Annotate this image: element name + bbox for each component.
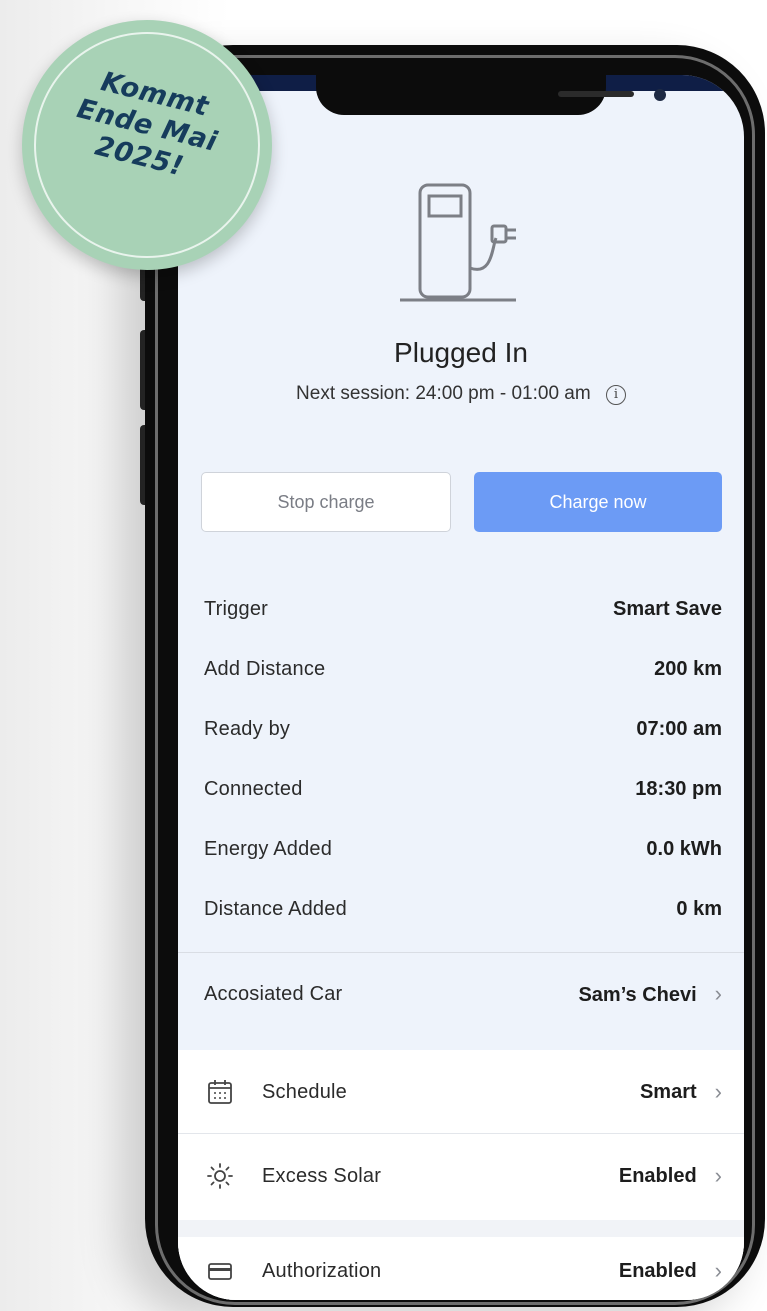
detail-label: Trigger xyxy=(204,597,269,620)
info-icon[interactable]: i xyxy=(605,385,626,405)
chevron-right-icon: › xyxy=(714,1163,722,1188)
associated-car-value: Sam’s Chevi › xyxy=(578,981,722,1007)
detail-row-add-distance: Add Distance 200 km xyxy=(204,639,722,699)
associated-car-label: Accosiated Car xyxy=(204,982,343,1005)
detail-label: Connected xyxy=(204,777,303,800)
detail-value: 0 km xyxy=(676,897,722,920)
authorization-row[interactable]: Authorization Enabled › xyxy=(204,1229,722,1300)
calendar-icon xyxy=(204,1076,236,1108)
speaker-grille xyxy=(558,91,634,97)
detail-label: Distance Added xyxy=(204,897,347,920)
detail-row-distance-added: Distance Added 0 km xyxy=(204,879,722,939)
detail-value: 07:00 am xyxy=(636,717,722,740)
sun-icon xyxy=(204,1160,236,1192)
charge-now-button[interactable]: Charge now xyxy=(474,472,722,532)
authorization-value: Enabled xyxy=(618,1259,697,1282)
detail-value: Smart Save xyxy=(613,597,722,620)
card-icon xyxy=(204,1255,236,1287)
excess-solar-label: Excess Solar xyxy=(262,1164,382,1187)
detail-label: Add Distance xyxy=(204,657,326,680)
detail-label: Ready by xyxy=(204,717,291,740)
detail-label: Energy Added xyxy=(204,837,333,860)
schedule-label: Schedule xyxy=(262,1080,347,1103)
ev-charger-icon xyxy=(396,180,526,310)
detail-row-trigger: Trigger Smart Save xyxy=(204,579,722,639)
excess-solar-value: Enabled xyxy=(618,1164,697,1187)
chevron-right-icon: › xyxy=(714,1079,722,1104)
detail-value: 200 km xyxy=(654,657,722,680)
detail-value: 18:30 pm xyxy=(635,777,722,800)
phone-screen: Plugged In Next session: 24:00 pm - 01:0… xyxy=(178,75,744,1300)
authorization-label: Authorization xyxy=(262,1259,382,1282)
schedule-value: Smart xyxy=(639,1080,697,1103)
associated-car-name: Sam’s Chevi xyxy=(578,984,697,1006)
next-session-text: Next session: 24:00 pm - 01:00 am i xyxy=(178,383,744,405)
phone-notch xyxy=(316,75,666,115)
chevron-right-icon: › xyxy=(714,981,722,1006)
schedule-row[interactable]: Schedule Smart › xyxy=(204,1050,722,1134)
promo-badge: Kommt Ende Mai 2025! xyxy=(22,20,272,270)
charging-status-title: Plugged In xyxy=(394,337,528,368)
next-session-label: Next session: 24:00 pm - 01:00 am xyxy=(296,383,591,404)
associated-car-row[interactable]: Accosiated Car Sam’s Chevi › xyxy=(204,964,722,1024)
chevron-right-icon: › xyxy=(714,1258,722,1283)
front-camera xyxy=(654,89,666,101)
section-divider xyxy=(178,952,744,953)
detail-row-energy-added: Energy Added 0.0 kWh xyxy=(204,819,722,879)
detail-row-connected: Connected 18:30 pm xyxy=(204,759,722,819)
detail-row-ready-by: Ready by 07:00 am xyxy=(204,699,722,759)
stage: Plugged In Next session: 24:00 pm - 01:0… xyxy=(0,0,767,1311)
stop-charge-button[interactable]: Stop charge xyxy=(201,472,451,532)
excess-solar-row[interactable]: Excess Solar Enabled › xyxy=(204,1134,722,1218)
detail-value: 0.0 kWh xyxy=(646,837,722,860)
